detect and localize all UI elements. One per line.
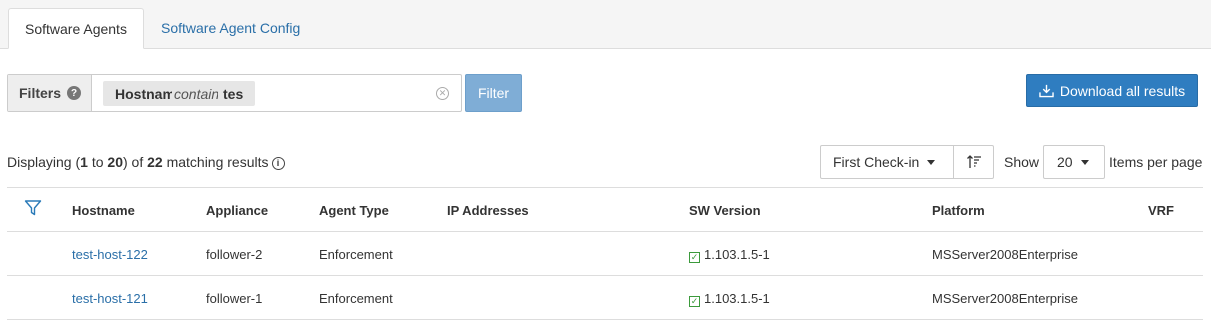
filter-chip[interactable]: Hostname contains tes: [103, 81, 255, 106]
results-to: 20: [107, 154, 123, 170]
platform-cell: MSServer2008Enterprise: [932, 291, 1078, 306]
hostname-link[interactable]: test-host-121: [72, 291, 148, 306]
results-prefix: Displaying (: [7, 154, 81, 170]
filter-input[interactable]: Hostname contains tes ✕: [92, 75, 461, 111]
sw-version-value: 1.103.1.5-1: [704, 247, 770, 262]
tab-software-agents[interactable]: Software Agents: [8, 8, 144, 49]
tab-software-agent-config[interactable]: Software Agent Config: [145, 8, 316, 49]
filter-chip-operator: contains: [174, 85, 218, 102]
filter-funnel-icon[interactable]: [24, 199, 42, 217]
table-row: test-host-121 follower-1 Enforcement ✓ 1.…: [7, 276, 1203, 320]
items-per-page-label: Items per page: [1109, 154, 1203, 170]
agent-type-cell: Enforcement: [319, 291, 393, 306]
results-from: 1: [80, 154, 88, 170]
page-size-value: 20: [1057, 154, 1073, 170]
download-icon: [1039, 84, 1054, 97]
col-header-agent-type[interactable]: Agent Type: [319, 203, 389, 218]
chevron-down-icon: [927, 159, 936, 165]
download-all-button[interactable]: Download all results: [1026, 74, 1198, 107]
tab-bar: Software Agents Software Agent Config: [0, 0, 1211, 49]
filter-chip-field: Hostname: [115, 85, 172, 102]
col-header-hostname[interactable]: Hostname: [72, 203, 135, 218]
col-header-platform[interactable]: Platform: [932, 203, 985, 218]
results-total: 22: [147, 154, 163, 170]
sort-field-label: First Check-in: [833, 154, 920, 170]
show-label: Show: [1004, 154, 1040, 170]
results-to-word: to: [87, 154, 108, 170]
sw-version-value: 1.103.1.5-1: [704, 291, 770, 306]
filters-label: Filters: [19, 85, 62, 101]
filters-label-group: Filters ?: [8, 75, 92, 111]
results-summary: Displaying (1 to 20) of 22 matching resu…: [7, 154, 285, 170]
help-icon[interactable]: ?: [67, 86, 82, 100]
filter-button[interactable]: Filter: [465, 74, 522, 112]
filter-box: Filters ? Hostname contains tes ✕: [7, 74, 462, 112]
page-size-dropdown[interactable]: 20: [1043, 145, 1105, 179]
col-header-ip-addresses[interactable]: IP Addresses: [447, 203, 529, 218]
sw-version-cell: ✓ 1.103.1.5-1: [689, 291, 770, 307]
sw-version-cell: ✓ 1.103.1.5-1: [689, 247, 770, 263]
appliance-cell: follower-1: [206, 291, 263, 306]
agents-table: Hostname Appliance Agent Type IP Address…: [7, 187, 1203, 320]
appliance-cell: follower-2: [206, 247, 263, 262]
col-header-vrf[interactable]: VRF: [1148, 203, 1174, 218]
filter-chip-value: tes: [223, 85, 244, 102]
clear-icon[interactable]: ✕: [436, 87, 449, 100]
table-header: Hostname Appliance Agent Type IP Address…: [7, 187, 1203, 232]
results-mid: ) of: [122, 154, 148, 170]
sort-order-icon: [966, 155, 981, 168]
check-icon: ✓: [689, 296, 700, 307]
info-icon[interactable]: i: [271, 156, 285, 170]
chevron-down-icon: [1080, 159, 1089, 165]
results-suffix: matching results: [162, 154, 269, 170]
agent-type-cell: Enforcement: [319, 247, 393, 262]
platform-cell: MSServer2008Enterprise: [932, 247, 1078, 262]
hostname-link[interactable]: test-host-122: [72, 247, 148, 262]
download-all-label: Download all results: [1059, 82, 1186, 99]
sort-field-dropdown[interactable]: First Check-in: [820, 145, 954, 179]
col-header-sw-version[interactable]: SW Version: [689, 203, 761, 218]
check-icon: ✓: [689, 252, 700, 263]
sort-direction-button[interactable]: [953, 145, 994, 179]
col-header-appliance[interactable]: Appliance: [206, 203, 268, 218]
table-row: test-host-122 follower-2 Enforcement ✓ 1.…: [7, 232, 1203, 276]
